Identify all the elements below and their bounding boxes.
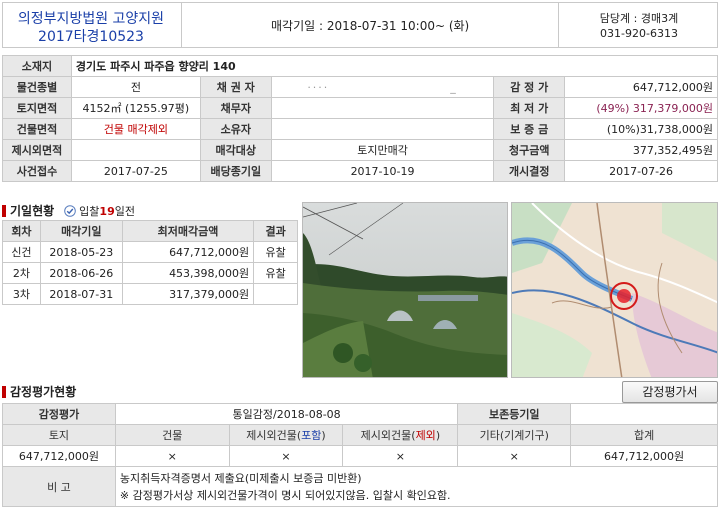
appraisal-table: 감정평가 통일감정/2018-08-08 보존등기일 토지 건물 제시외건물(포… bbox=[2, 403, 719, 507]
table-row: 647,712,000원 × × × × 647,712,000원 bbox=[2, 445, 718, 467]
date: 2018-06-26 bbox=[39, 262, 123, 284]
history-table: 회차 매각기일 최저매각금액 결과 신건 2018-05-23 647,712,… bbox=[2, 220, 298, 305]
note-content: 농지취득자격증명서 제출요(미제출시 보증금 미반환) ※ 감정평가서상 제시외… bbox=[114, 466, 719, 507]
result bbox=[253, 283, 298, 305]
excluded-area-label: 제시외면적 bbox=[2, 139, 72, 161]
price: 647,712,000원 bbox=[121, 241, 255, 263]
sale-target-value: 토지만매각 bbox=[270, 139, 495, 161]
creditor-value: ···· _ bbox=[270, 76, 495, 98]
price: 317,379,000원 bbox=[121, 283, 255, 305]
excluded-area-value bbox=[70, 139, 201, 161]
value-extra-excluded: × bbox=[342, 445, 459, 467]
sale-date: 매각기일 : 2018-07-31 10:00~ (화) bbox=[271, 19, 470, 33]
note-label: 비 고 bbox=[2, 466, 116, 507]
col-building: 건물 bbox=[114, 424, 230, 446]
deposit-label: 보 증 금 bbox=[493, 118, 566, 140]
start-label: 개시결정 bbox=[493, 160, 566, 182]
appraisal-org-value: 통일감정/2018-08-08 bbox=[114, 403, 459, 425]
history-heading: 기일현황 입찰19일전 bbox=[2, 203, 135, 219]
dept: 담당계 : 경매3계 bbox=[599, 12, 679, 25]
round: 신건 bbox=[2, 241, 41, 263]
header-bar: 의정부지방법원 고양지원 2017타경10523 매각기일 : 2018-07-… bbox=[2, 2, 718, 48]
owner-value bbox=[270, 118, 495, 140]
registration-date-label: 보존등기일 bbox=[457, 403, 572, 425]
owner-label: 소유자 bbox=[199, 118, 272, 140]
appraisal-report-button[interactable]: 감정평가서 bbox=[622, 381, 718, 403]
min-price-label: 최 저 가 bbox=[493, 97, 566, 119]
land-value: 4152㎡ (1255.97평) bbox=[70, 97, 201, 119]
col-extra-included: 제시외건물(포함) bbox=[228, 424, 344, 446]
history-header-round: 회차 bbox=[2, 220, 41, 242]
value-land: 647,712,000원 bbox=[2, 445, 116, 467]
date: 2018-07-31 bbox=[39, 283, 123, 305]
history-header-result: 결과 bbox=[253, 220, 298, 242]
property-table: 소재지 경기도 파주시 파주읍 향양리 140 물건종별 전 채 권 자 ···… bbox=[2, 55, 719, 182]
section-marker bbox=[2, 205, 6, 217]
table-row: 신건 2018-05-23 647,712,000원 유찰 bbox=[2, 241, 298, 263]
start-value: 2017-07-26 bbox=[564, 160, 718, 182]
header-divider-1 bbox=[181, 3, 182, 47]
days-until-bid: 입찰19일전 bbox=[79, 205, 135, 218]
appraisal-heading: 감정평가현황 bbox=[2, 384, 76, 400]
history-title: 기일현황 bbox=[10, 204, 55, 218]
claim-label: 청구금액 bbox=[493, 139, 566, 161]
case-number: 2017타경10523 bbox=[38, 29, 144, 45]
reception-label: 사건접수 bbox=[2, 160, 72, 182]
land-label: 토지면적 bbox=[2, 97, 72, 119]
address-label: 소재지 bbox=[2, 55, 72, 77]
col-etc: 기타(기계기구) bbox=[457, 424, 572, 446]
round: 2차 bbox=[2, 262, 41, 284]
registration-date-value bbox=[570, 403, 718, 425]
col-extra-excluded: 제시외건물(제외) bbox=[342, 424, 459, 446]
reception-value: 2017-07-25 bbox=[70, 160, 201, 182]
appraisal-org-label: 감정평가 bbox=[2, 403, 116, 425]
building-label: 건물면적 bbox=[2, 118, 72, 140]
phone: 031-920-6313 bbox=[600, 27, 678, 40]
deposit-value: (10%)31,738,000원 bbox=[564, 118, 718, 140]
value-total: 647,712,000원 bbox=[570, 445, 718, 467]
result: 유찰 bbox=[253, 241, 298, 263]
claim-value: 377,352,495원 bbox=[564, 139, 718, 161]
history-header-price: 최저매각금액 bbox=[121, 220, 255, 242]
note-line-2: ※ 감정평가서상 제시외건물가격이 명시 되어있지않음. 입찰시 확인요함. bbox=[119, 488, 451, 502]
table-row: 2차 2018-06-26 453,398,000원 유찰 bbox=[2, 262, 298, 284]
property-photo[interactable] bbox=[302, 202, 508, 378]
value-extra-included: × bbox=[228, 445, 344, 467]
building-value: 건물 매각제외 bbox=[70, 118, 201, 140]
col-total: 합계 bbox=[570, 424, 718, 446]
type-value: 전 bbox=[70, 76, 201, 98]
price: 453,398,000원 bbox=[121, 262, 255, 284]
value-etc: × bbox=[457, 445, 572, 467]
date: 2018-05-23 bbox=[39, 241, 123, 263]
appraisal-title: 감정평가현황 bbox=[10, 385, 77, 399]
location-map[interactable] bbox=[511, 202, 718, 378]
min-price-value: (49%) 317,379,000원 bbox=[564, 97, 718, 119]
dividend-label: 배당종기일 bbox=[199, 160, 272, 182]
col-land: 토지 bbox=[2, 424, 116, 446]
appraisal-value: 647,712,000원 bbox=[564, 76, 718, 98]
value-building: × bbox=[114, 445, 230, 467]
note-line-1: 농지취득자격증명서 제출요(미제출시 보증금 미반환) bbox=[119, 471, 362, 485]
type-label: 물건종별 bbox=[2, 76, 72, 98]
address: 경기도 파주시 파주읍 향양리 140 bbox=[70, 55, 719, 77]
check-icon bbox=[63, 205, 76, 218]
sale-target-label: 매각대상 bbox=[199, 139, 272, 161]
round: 3차 bbox=[2, 283, 41, 305]
section-marker bbox=[2, 386, 6, 398]
history-header-date: 매각기일 bbox=[39, 220, 123, 242]
dividend-value: 2017-10-19 bbox=[270, 160, 495, 182]
result: 유찰 bbox=[253, 262, 298, 284]
appraisal-label: 감 정 가 bbox=[493, 76, 566, 98]
creditor-label: 채 권 자 bbox=[199, 76, 272, 98]
court-name: 의정부지방법원 고양지원 bbox=[17, 11, 165, 27]
debtor-value bbox=[270, 97, 495, 119]
table-row: 3차 2018-07-31 317,379,000원 bbox=[2, 283, 298, 305]
debtor-label: 채무자 bbox=[199, 97, 272, 119]
